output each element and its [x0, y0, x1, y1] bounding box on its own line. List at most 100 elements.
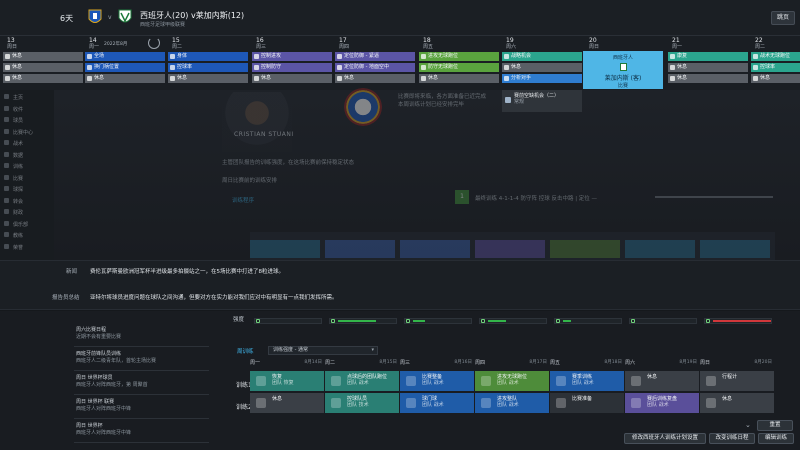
edit-training-button[interactable]: 编辑训练: [758, 433, 794, 444]
calendar-session[interactable]: 休息: [668, 63, 748, 72]
calendar-session[interactable]: 休息: [3, 63, 83, 72]
reset-button[interactable]: 重置: [757, 420, 793, 431]
session-icon: [256, 376, 266, 386]
calendar-session[interactable]: 休息: [252, 74, 332, 83]
calendar-session[interactable]: 控制防守: [252, 63, 332, 72]
session-icon: [481, 376, 491, 386]
calendar-session[interactable]: 休息: [168, 74, 248, 83]
calendar-session[interactable]: 战术无球跑位: [751, 52, 800, 61]
sidebar-item[interactable]: 球探: [4, 186, 23, 193]
match-day-card[interactable]: 西班牙人 莱加内斯 (客) 比赛: [583, 51, 663, 89]
extra-session-card[interactable]: 赛前空缺机会（二） 常规: [502, 90, 582, 112]
calendar-session[interactable]: 休息: [85, 74, 165, 83]
calendar-session[interactable]: 休息: [668, 74, 748, 83]
calendar-session[interactable]: 定位防御 - 地面空中: [335, 63, 415, 72]
calendar-session[interactable]: 进攻无球跑位: [419, 52, 499, 61]
day-number: 14: [89, 37, 97, 44]
intensity-select[interactable]: 训练强度 - 通常: [268, 346, 378, 355]
calendar-session[interactable]: 控球率: [751, 63, 800, 72]
session-icon: [505, 97, 511, 103]
schedule-day-header: 周二 8月15日: [325, 359, 399, 367]
calendar-session[interactable]: 休息: [502, 63, 582, 72]
calendar-day[interactable]: 16 周三 控制进攻 控制防守 休息: [251, 36, 333, 90]
calendar-session[interactable]: 控制进攻: [252, 52, 332, 61]
chevron-down-icon[interactable]: ⌄: [745, 421, 751, 429]
sidebar-item[interactable]: 财政: [4, 209, 23, 216]
session-sub: 团队 战术: [497, 380, 519, 386]
calendar-day[interactable]: 22 周二 战术无球跑位 控球率 休息: [750, 36, 800, 90]
calendar-day[interactable]: 21 周一 康复 休息 休息: [667, 36, 749, 90]
news-list-item[interactable]: 周日 世界杯 联赛 西班牙人对阵西班牙中锋: [76, 399, 131, 413]
match-title[interactable]: 西班牙人(20) v莱加内斯(12): [140, 10, 244, 21]
schedule-session[interactable]: 休息: [250, 393, 324, 413]
divider: [74, 442, 209, 443]
sidebar-item[interactable]: 球员: [4, 117, 23, 124]
sidebar-item[interactable]: 主页: [4, 94, 23, 101]
session-icon: [504, 54, 509, 59]
intensity-segment: [554, 318, 622, 324]
sidebar-item[interactable]: 转会: [4, 198, 23, 205]
sidebar-item[interactable]: 教练: [4, 232, 23, 239]
calendar-day[interactable]: 17 周四 定位防御 - 紧逼 定位防御 - 地面空中 休息: [334, 36, 416, 90]
calendar-session[interactable]: 康复: [668, 52, 748, 61]
news-list-item[interactable]: 周日 世界杯 西班牙人对阵西班牙中锋: [76, 423, 131, 437]
schedule-session[interactable]: 进攻整队 团队 战术: [475, 393, 549, 413]
calendar-session[interactable]: 换门柄位置: [85, 63, 165, 72]
news-list-item[interactable]: 周六比赛日程 近期不会有重要比赛: [76, 327, 121, 341]
schedule-session[interactable]: 球门球 团队 战术: [400, 393, 474, 413]
news-list-item[interactable]: 西班牙前锋队员训练 西班牙人二级青年队，首轮主场比赛: [76, 351, 156, 365]
sidebar-item[interactable]: 比赛: [4, 175, 23, 182]
schedule-session[interactable]: 比赛准备: [550, 393, 624, 413]
calendar-session[interactable]: 休息: [419, 74, 499, 83]
schedule-session[interactable]: 休息: [625, 371, 699, 391]
calendar-day[interactable]: 13 周日 休息 休息 休息: [2, 36, 84, 90]
edit-team-settings-button[interactable]: 修改西班牙人训练计划设置: [624, 433, 706, 444]
sidebar-item[interactable]: 俱乐部: [4, 221, 28, 228]
session-title: 行程计: [722, 374, 738, 380]
news-list-item[interactable]: 周日 世界杯球员 西班牙人对阵西班牙，第 周聚首: [76, 375, 148, 389]
session-sub: 团队 技术: [347, 402, 369, 408]
schedule-session[interactable]: 点球后的团队跑位 团队 战术: [325, 371, 399, 391]
session-icon: [254, 76, 259, 81]
day-weekday: 周一: [672, 44, 683, 50]
change-schedule-button[interactable]: 改变训练日程: [709, 433, 755, 444]
sidebar-item[interactable]: 训练: [4, 163, 23, 170]
schedule-session[interactable]: 控球队员 团队 技术: [325, 393, 399, 413]
calendar-session[interactable]: 身体: [168, 52, 248, 61]
calendar-session[interactable]: 休息: [3, 52, 83, 61]
calendar-session[interactable]: 休息: [3, 74, 83, 83]
sidebar-item[interactable]: 战术: [4, 140, 23, 147]
news-item-title: 西班牙前锋队员训练: [76, 351, 122, 357]
sidebar-item[interactable]: 收件: [4, 106, 23, 113]
day-number: 15: [172, 37, 180, 44]
schedule-session[interactable]: 赛后训练复盘 团队 战术: [625, 393, 699, 413]
schedule-session[interactable]: 行程计: [700, 371, 774, 391]
calendar-day[interactable]: 18 周五 进攻无球跑位 防守无球跑位 休息: [418, 36, 500, 90]
skip-button[interactable]: 跳页: [771, 11, 795, 25]
calendar-session[interactable]: 休息: [335, 74, 415, 83]
schedule-session[interactable]: 休息: [700, 393, 774, 413]
calendar-session[interactable]: 防守无球跑位: [419, 63, 499, 72]
sidebar-item[interactable]: 比赛中心: [4, 129, 33, 136]
calendar-session[interactable]: 控球率: [168, 63, 248, 72]
schedule-title[interactable]: 周训练: [237, 347, 254, 355]
calendar-session[interactable]: 定位防御 - 紧逼: [335, 52, 415, 61]
calendar-session[interactable]: 全场: [85, 52, 165, 61]
schedule-session[interactable]: 进攻无球跑位 团队 战术: [475, 371, 549, 391]
schedule-header: 周一 8月14日 周二 8月15日 周三 8月16日 周四 8月17日 周五 8月18日 周六 8月1…: [250, 359, 775, 367]
session-label: 分析对手: [511, 75, 532, 81]
intensity-fill: [413, 320, 425, 322]
session-label: 控球率: [177, 64, 193, 70]
info-band: 新闻 费伦瓦萨斯曼欧洲冠军杯半进级最多拍摄站之一，在5场比赛中打进了8粒进球。 …: [0, 260, 800, 310]
session-title: 比赛准备: [572, 396, 593, 402]
schedule-session[interactable]: 比赛整备 团队 战术: [400, 371, 474, 391]
calendar-session[interactable]: 休息: [751, 74, 800, 83]
sidebar-item[interactable]: 荣誉: [4, 244, 23, 251]
sidebar-item[interactable]: 数据: [4, 152, 23, 159]
calendar-session[interactable]: 分析对手: [502, 74, 582, 83]
schedule-session[interactable]: 恢复 团队 恢复: [250, 371, 324, 391]
schedule-session[interactable]: 赛季训练 团队 战术: [550, 371, 624, 391]
calendar-day[interactable]: 19 周六 战略机会 休息 分析对手: [501, 36, 583, 90]
calendar-session[interactable]: 战略机会: [502, 52, 582, 61]
calendar-day[interactable]: 15 周二 身体 控球率 休息: [167, 36, 249, 90]
